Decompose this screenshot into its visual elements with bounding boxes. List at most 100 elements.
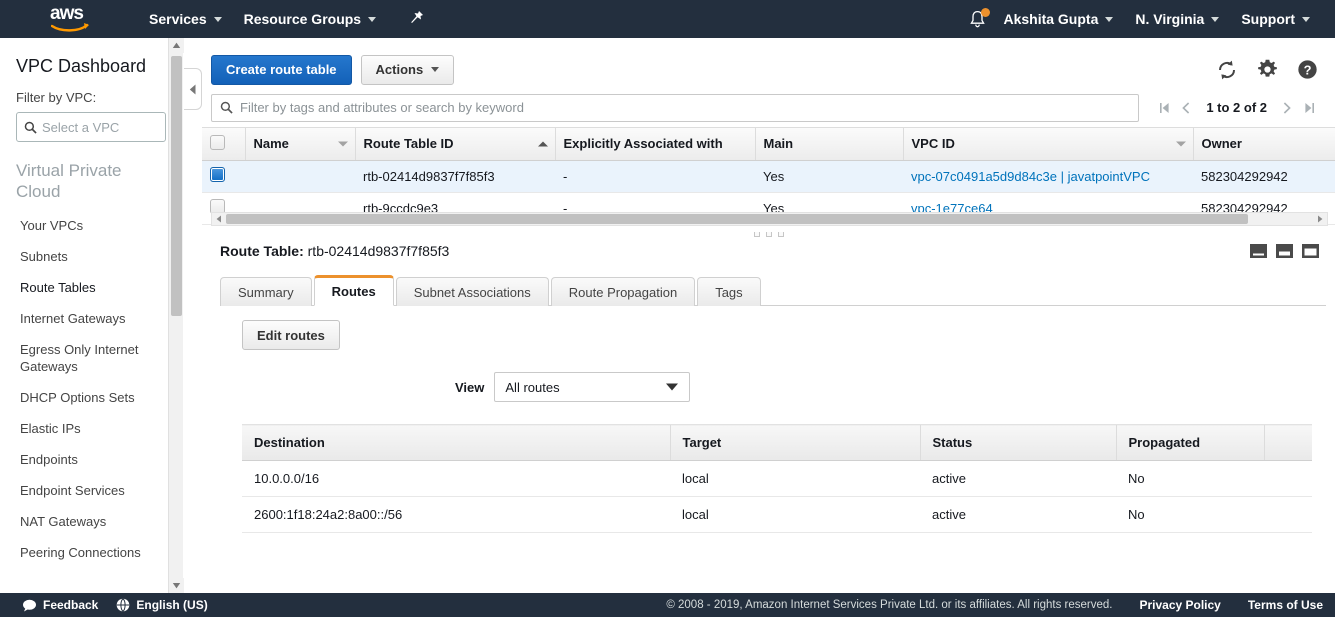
create-route-table-button[interactable]: Create route table bbox=[211, 54, 352, 85]
aws-logo[interactable]: aws bbox=[50, 4, 96, 34]
sidebar-item-route-tables[interactable]: Route Tables bbox=[0, 272, 182, 303]
copyright-text: © 2008 - 2019, Amazon Internet Services … bbox=[666, 599, 1113, 611]
select-all-header[interactable] bbox=[202, 128, 245, 161]
sidebar-item-your-vpcs[interactable]: Your VPCs bbox=[0, 210, 182, 241]
notifications-button[interactable] bbox=[962, 0, 992, 38]
scroll-left-button[interactable] bbox=[213, 214, 225, 224]
column-header-name[interactable]: Name bbox=[244, 128, 355, 161]
help-icon: ? bbox=[1298, 60, 1317, 79]
pagination-first-button[interactable] bbox=[1153, 95, 1175, 121]
terms-of-use-link[interactable]: Terms of Use bbox=[1248, 598, 1323, 612]
sidebar-scrollbar-thumb[interactable] bbox=[171, 56, 182, 316]
sidebar-item-label: Route Tables bbox=[20, 280, 96, 295]
tab-summary[interactable]: Summary bbox=[220, 277, 312, 306]
support-menu[interactable]: Support bbox=[1230, 0, 1321, 38]
footer-right-group: © 2008 - 2019, Amazon Internet Services … bbox=[666, 598, 1323, 612]
pin-icon[interactable] bbox=[407, 0, 427, 38]
sidebar-item-peering-connections[interactable]: Peering Connections bbox=[0, 537, 182, 568]
column-header-main[interactable]: Main bbox=[754, 128, 903, 161]
column-header-route-table-id[interactable]: Route Table ID bbox=[354, 128, 555, 161]
feedback-link[interactable]: Feedback bbox=[43, 598, 98, 612]
nav-services[interactable]: Services bbox=[138, 0, 233, 38]
region-label: N. Virginia bbox=[1135, 11, 1205, 27]
routes-table-row: 10.0.0.0/16 local active No bbox=[242, 460, 1312, 497]
row-checkbox[interactable] bbox=[210, 167, 225, 182]
select-all-checkbox[interactable] bbox=[210, 134, 225, 150]
scroll-right-button[interactable] bbox=[1314, 214, 1326, 224]
nav-resource-groups[interactable]: Resource Groups bbox=[233, 0, 387, 38]
column-label: Status bbox=[932, 435, 973, 450]
column-header-owner[interactable]: Owner bbox=[1192, 128, 1335, 161]
cell-extra bbox=[1264, 496, 1312, 533]
scroll-down-button[interactable] bbox=[169, 578, 184, 593]
sidebar-item-label: Endpoints bbox=[20, 452, 78, 467]
sidebar-collapse-button[interactable] bbox=[184, 68, 202, 110]
sidebar-scrollbar[interactable] bbox=[168, 38, 184, 593]
routes-header-row: Destination Target Status Propagated bbox=[242, 424, 1312, 461]
sidebar-item-dhcp-options-sets[interactable]: DHCP Options Sets bbox=[0, 382, 182, 413]
table-horizontal-scrollbar[interactable] bbox=[211, 212, 1328, 226]
sidebar-item-egress-only-internet-gateways[interactable]: Egress Only Internet Gateways bbox=[0, 334, 182, 382]
edit-routes-button[interactable]: Edit routes bbox=[242, 320, 340, 350]
tab-route-propagation[interactable]: Route Propagation bbox=[550, 277, 696, 306]
routes-column-status: Status bbox=[919, 424, 1116, 461]
sort-ascending-icon bbox=[537, 141, 548, 147]
search-input[interactable]: Filter by tags and attributes or search … bbox=[211, 93, 1140, 122]
vpc-filter-select[interactable]: Select a VPC bbox=[16, 112, 166, 142]
help-button[interactable]: ? bbox=[1297, 59, 1318, 80]
pagination-prev-button[interactable] bbox=[1175, 95, 1197, 121]
pagination-last-button[interactable] bbox=[1298, 95, 1320, 121]
language-link[interactable]: English (US) bbox=[136, 598, 207, 612]
tab-routes[interactable]: Routes bbox=[313, 275, 394, 306]
account-menu[interactable]: Akshita Gupta bbox=[992, 0, 1124, 38]
region-menu[interactable]: N. Virginia bbox=[1124, 0, 1230, 38]
refresh-button[interactable] bbox=[1216, 59, 1238, 81]
sidebar-item-label: Elastic IPs bbox=[20, 421, 81, 436]
column-header-vpc-id[interactable]: VPC ID bbox=[902, 128, 1193, 161]
table-row[interactable]: rtb-02414d9837f7f85f3 - Yes vpc-07c0491a… bbox=[202, 160, 1335, 193]
column-label: Owner bbox=[1201, 136, 1242, 152]
column-header-explicitly-associated-with[interactable]: Explicitly Associated with bbox=[554, 128, 755, 161]
privacy-policy-link[interactable]: Privacy Policy bbox=[1139, 598, 1220, 612]
column-label: VPC ID bbox=[911, 136, 955, 152]
cell-name bbox=[245, 160, 355, 193]
settings-button[interactable] bbox=[1257, 59, 1278, 80]
panel-size-small-button[interactable] bbox=[1250, 244, 1267, 261]
filter-row: Filter by tags and attributes or search … bbox=[202, 88, 1335, 128]
column-label: Name bbox=[253, 136, 289, 152]
chevron-down-icon bbox=[368, 16, 377, 22]
detail-tabs: Summary Routes Subnet Associations Route… bbox=[220, 275, 1326, 306]
actions-button[interactable]: Actions bbox=[360, 54, 455, 85]
panel-size-large-button[interactable] bbox=[1302, 244, 1319, 261]
panel-small-icon bbox=[1250, 244, 1267, 258]
tab-subnet-associations[interactable]: Subnet Associations bbox=[395, 277, 549, 306]
aws-logo-smile-icon bbox=[51, 23, 89, 32]
search-icon bbox=[24, 121, 37, 134]
detail-panel-title: Route Table: rtb-02414d9837f7f85f3 bbox=[211, 242, 1326, 259]
cell-destination: 10.0.0.0/16 bbox=[242, 460, 670, 497]
cell-route-table-id: rtb-02414d9837f7f85f3 bbox=[355, 160, 555, 193]
svg-text:?: ? bbox=[1304, 62, 1312, 77]
sidebar-item-nat-gateways[interactable]: NAT Gateways bbox=[0, 506, 182, 537]
sidebar-item-elastic-ips[interactable]: Elastic IPs bbox=[0, 413, 182, 444]
chevron-down-icon bbox=[213, 16, 222, 22]
sidebar: VPC Dashboard Filter by VPC: Select a VP… bbox=[0, 38, 183, 593]
sidebar-item-endpoints[interactable]: Endpoints bbox=[0, 444, 182, 475]
horizontal-scrollbar-thumb[interactable] bbox=[226, 214, 1248, 224]
scroll-up-button[interactable] bbox=[169, 38, 184, 53]
view-select[interactable]: All routes bbox=[494, 372, 691, 402]
triangle-left-icon bbox=[216, 215, 221, 223]
tab-tags[interactable]: Tags bbox=[697, 277, 761, 306]
detail-title-label: Route Table: bbox=[220, 243, 304, 259]
row-select-cell[interactable] bbox=[202, 160, 245, 193]
panel-resize-handle[interactable] bbox=[202, 226, 1335, 242]
cell-owner: 582304292942 bbox=[1193, 160, 1335, 193]
vpc-id-link[interactable]: vpc-07c0491a5d9d84c3e | javatpointVPC bbox=[911, 169, 1150, 184]
sidebar-item-endpoint-services[interactable]: Endpoint Services bbox=[0, 475, 182, 506]
pagination-next-button[interactable] bbox=[1276, 95, 1298, 121]
sidebar-item-internet-gateways[interactable]: Internet Gateways bbox=[0, 303, 182, 334]
sidebar-item-subnets[interactable]: Subnets bbox=[0, 241, 182, 272]
chevron-left-icon bbox=[189, 84, 195, 94]
footer-left-group: Feedback English (US) bbox=[22, 598, 208, 612]
panel-size-medium-button[interactable] bbox=[1276, 244, 1293, 261]
